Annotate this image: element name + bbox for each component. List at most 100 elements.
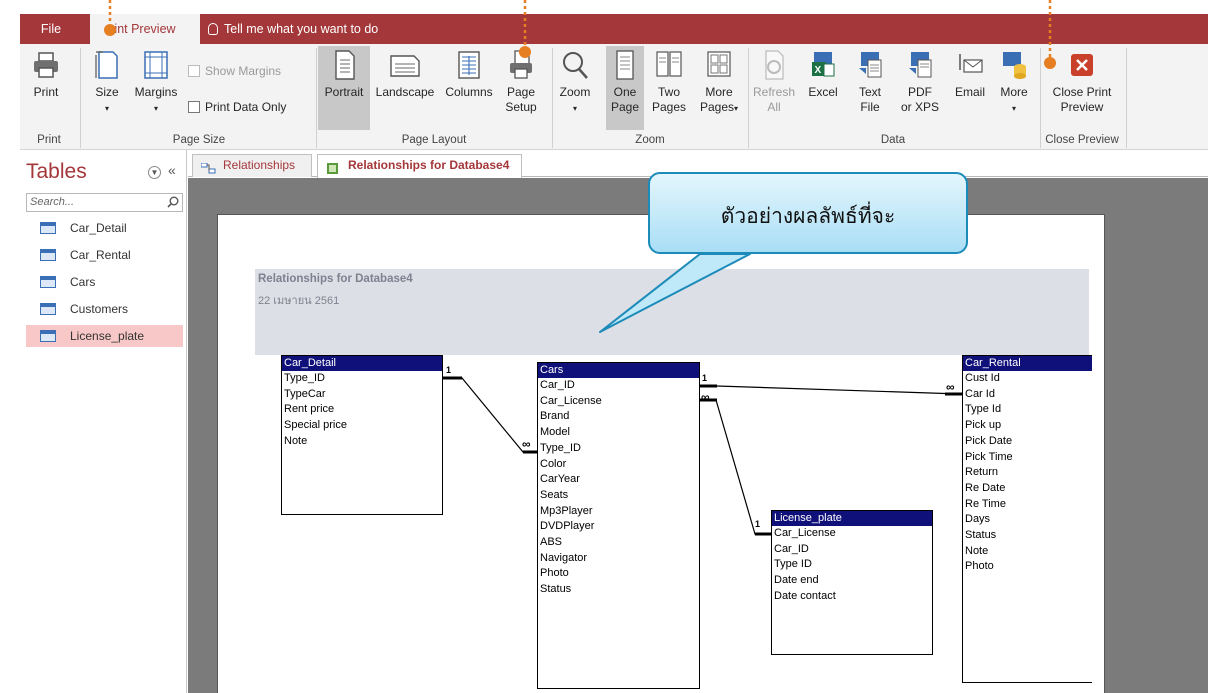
margins-label: Margins (134, 85, 178, 99)
email-label: Email (954, 85, 985, 99)
entity-field: ABS (540, 536, 563, 549)
entity-field: CarYear (540, 473, 580, 486)
nav-item-customers[interactable]: Customers (26, 298, 183, 320)
annotation-leader-lines (108, 0, 1052, 57)
group-label-page-layout: Page Layout (401, 134, 467, 146)
table-icon (40, 276, 56, 288)
refresh-all-label-2: All (767, 100, 781, 114)
page-setup-label-1: Page (506, 85, 536, 99)
entity-field: Seats (540, 488, 569, 501)
entity-field: Type ID (774, 558, 812, 571)
doc-tab-relationships-for-database4[interactable]: Relationships for Database4 (317, 154, 522, 178)
entity-field: Mp3Player (540, 504, 593, 517)
entity-field: Date contact (774, 589, 836, 602)
entity-field: Car Id (965, 387, 995, 400)
refresh-all-label-1: Refresh (752, 85, 796, 99)
more-pages-dropdown-icon: ▾ (734, 104, 739, 113)
entity-field: Status (540, 583, 572, 596)
zoom-label: Zoom (559, 85, 591, 99)
entity-field: Type Id (965, 403, 1002, 416)
size-dropdown-icon: ▾ (104, 104, 109, 113)
entity-field: Note (284, 434, 308, 447)
print-label: Print (33, 85, 59, 99)
entity-field: Days (965, 513, 991, 526)
entity-header: Car_Detail (282, 356, 442, 371)
more-dropdown-icon: ▾ (1011, 104, 1016, 113)
entity-field: Special price (284, 419, 347, 432)
margins-dropdown-icon: ▾ (153, 104, 158, 113)
nav-item-car-rental[interactable]: Car_Rental (26, 244, 183, 266)
entity-car-detail: Car_Detail Type_ID TypeCar Rent price Speci… (281, 355, 443, 515)
collapse-pane-icon[interactable]: « (168, 162, 176, 178)
one-page-label-2: Page (610, 100, 640, 114)
close-print-label-2: Preview (1060, 100, 1104, 114)
entity-field: Car_ID (774, 542, 809, 555)
nav-pane-title[interactable]: Tables (26, 160, 87, 184)
entity-field: Pick up (965, 419, 1002, 432)
text-file-label-1: Text (858, 85, 881, 99)
portrait-label: Portrait (324, 85, 364, 99)
entity-field: DVDPlayer (540, 520, 595, 533)
two-pages-label-2: Pages (651, 100, 687, 114)
two-pages-label-1: Two (657, 85, 680, 99)
zoom-dropdown-icon: ▾ (572, 104, 577, 113)
nav-item-license-plate[interactable]: License_plate (26, 325, 183, 347)
group-label-data: Data (880, 134, 906, 146)
group-label-page-size: Page Size (172, 134, 226, 146)
entity-field: Return (965, 466, 999, 479)
print-data-only-check-icon (188, 101, 200, 113)
entity-field: Color (540, 457, 567, 470)
relation-many-label: ∞ (522, 437, 531, 451)
size-label: Size (95, 85, 119, 99)
pdf-label-1: PDF (908, 85, 932, 99)
entity-field: Type_ID (284, 372, 325, 384)
entity-field: Car_License (774, 527, 836, 539)
text-file-label-2: File (860, 100, 880, 114)
entity-field: Photo (965, 560, 994, 573)
entity-header: Cars (538, 363, 699, 378)
relation-one-label: 1 (446, 365, 452, 375)
doc-tab-label: Relationships (223, 158, 296, 172)
entity-field: Brand (540, 410, 570, 423)
report-date: 22 เมษายน 2561 (258, 295, 340, 307)
nav-search-input[interactable]: Search... (26, 193, 183, 212)
one-page-label-1: One (613, 85, 637, 99)
entity-field: Cust Id (965, 372, 1000, 384)
entity-field: Note (965, 544, 989, 557)
chevron-down-icon[interactable]: ▼ (148, 166, 161, 179)
relationships-icon (200, 160, 216, 174)
entity-field: Car_License (540, 394, 602, 407)
print-data-only-checkbox[interactable]: Print Data Only (188, 100, 313, 115)
report-title: Relationships for Database4 (258, 273, 413, 285)
close-print-label-1: Close Print (1052, 85, 1112, 99)
entity-car-rental: Car_Rental Cust Id Car Id Type Id Pick up Pi… (962, 355, 1092, 683)
entity-field: Pick Time (965, 450, 1013, 463)
nav-item-cars[interactable]: Cars (26, 271, 183, 293)
nav-item-label: Car_Rental (70, 248, 131, 262)
page-setup-label-2: Setup (505, 100, 537, 114)
nav-item-car-detail[interactable]: Car_Detail (26, 217, 183, 239)
entity-field: Navigator (540, 551, 588, 564)
columns-label: Columns (445, 85, 493, 99)
table-icon (40, 222, 56, 234)
more-label: More (1000, 85, 1028, 99)
search-icon[interactable] (167, 196, 179, 208)
print-data-only-label: Print Data Only (205, 100, 287, 114)
relation-many-label: ∞ (946, 380, 955, 394)
entity-field: Rent price (284, 403, 335, 416)
group-label-print: Print (37, 134, 61, 146)
entity-field: Model (540, 426, 570, 439)
doc-tab-relationships[interactable]: Relationships (192, 154, 312, 177)
entity-header: Car_Rental (963, 356, 1092, 371)
nav-item-label: Customers (70, 302, 129, 316)
more-pages-label-1: More (705, 85, 733, 99)
relation-one-label: 1 (755, 519, 761, 529)
entity-field: Date end (774, 574, 819, 587)
entity-field: Photo (540, 567, 569, 580)
navigation-pane: Tables ▼ « Search... Car_Detail Car_Rent… (20, 150, 187, 693)
excel-label: Excel (808, 85, 838, 99)
nav-search-placeholder: Search... (30, 196, 75, 208)
entity-cars: Cars Car_ID Car_License Brand Model Type_ID C… (537, 362, 700, 689)
table-icon (40, 249, 56, 261)
nav-item-label: Car_Detail (70, 221, 127, 235)
